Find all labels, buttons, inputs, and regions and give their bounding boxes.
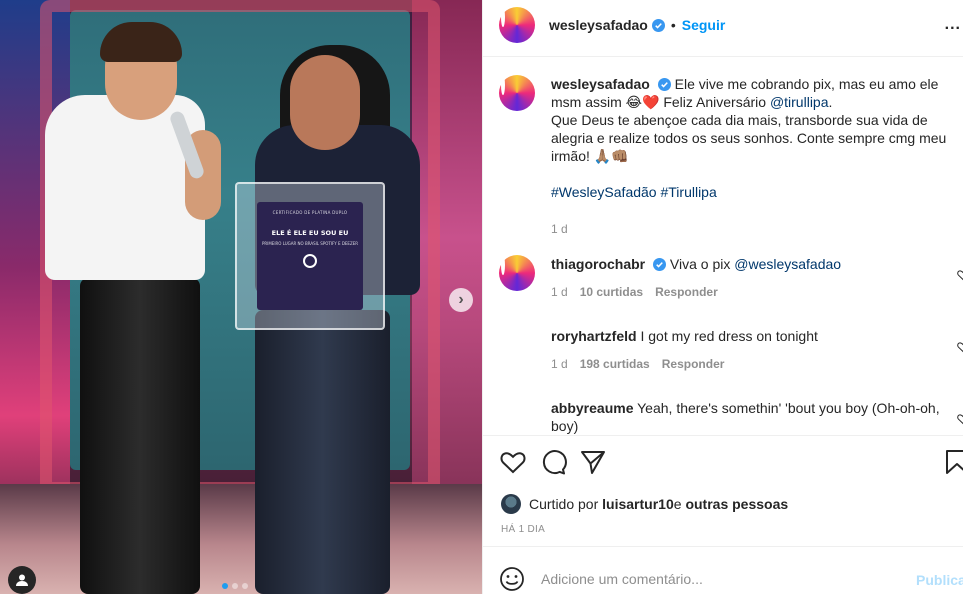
plaque-subtitle: PRIMEIRO LUGAR NO BRASIL SPOTIFY E DEEZE…	[261, 241, 359, 246]
caption-username[interactable]: wesleysafadao	[551, 76, 650, 92]
reply-button[interactable]: Responder	[655, 285, 718, 299]
person-right-pants	[255, 310, 390, 594]
author-username[interactable]: wesleysafadao	[549, 17, 648, 33]
post-panel: wesleysafadao • Seguir ... wesleysafadao…	[482, 0, 963, 594]
user-tag-icon	[16, 574, 28, 586]
verified-icon	[653, 258, 667, 271]
caption-time[interactable]: 1 d	[551, 222, 568, 236]
caption-text-end: .	[828, 94, 833, 110]
post-header: wesleysafadao • Seguir	[483, 0, 963, 50]
comment-text: Viva o pix	[669, 256, 735, 272]
carousel-dot	[232, 583, 238, 589]
caption: wesleysafadao Ele vive me cobrando pix, …	[499, 75, 963, 201]
comment-likes[interactable]: 10 curtidas	[580, 285, 643, 299]
heart-icon[interactable]	[957, 341, 963, 353]
caption-avatar[interactable]	[499, 75, 535, 111]
comments-list[interactable]: wesleysafadao Ele vive me cobrando pix, …	[483, 57, 963, 435]
liker-username[interactable]: luisartur10	[602, 496, 674, 512]
comment-avatar[interactable]	[499, 399, 535, 435]
heart-icon[interactable]	[957, 269, 963, 281]
comment-username[interactable]: thiagorochabr	[551, 256, 645, 272]
heart-icon[interactable]	[957, 413, 963, 425]
comment-time[interactable]: 1 d	[551, 285, 568, 299]
comment-item: roryhartzfeld I got my red dress on toni…	[499, 327, 963, 371]
carousel-next-button[interactable]: ›	[449, 288, 473, 312]
emoji-icon[interactable]	[499, 566, 525, 592]
reply-button[interactable]: Responder	[662, 357, 725, 371]
post-image[interactable]: CERTIFICADO DE PLATINA DUPLO ELE É ELE E…	[0, 0, 482, 594]
stage-floor	[0, 484, 482, 594]
carousel-indicator	[222, 583, 248, 589]
divider	[483, 435, 963, 436]
liked-by: Curtido por luisartur10 e outras pessoas	[501, 494, 788, 514]
liked-by-prefix: Curtido por	[529, 496, 599, 512]
publish-button[interactable]: Publicar	[916, 572, 963, 588]
separator-bullet: •	[670, 17, 676, 33]
plaque-top-text: CERTIFICADO DE PLATINA DUPLO	[272, 210, 348, 215]
carousel-dot	[242, 583, 248, 589]
bookmark-icon[interactable]	[943, 448, 963, 476]
comment-likes[interactable]: 198 curtidas	[580, 357, 650, 371]
plaque-logo	[303, 254, 317, 268]
comment-avatar[interactable]	[499, 327, 535, 363]
person-left-hair	[100, 22, 182, 62]
post-actions	[499, 448, 963, 478]
comment-avatar[interactable]	[499, 255, 535, 291]
verified-icon	[651, 18, 665, 32]
user-tags-button[interactable]	[8, 566, 36, 594]
heart-icon[interactable]	[499, 448, 527, 476]
chevron-right-icon: ›	[458, 291, 464, 308]
caption-mention[interactable]: @tirullipa	[770, 94, 829, 110]
liker-avatar[interactable]	[501, 494, 521, 514]
comment-text: I got my red dress on tonight	[640, 328, 818, 344]
add-comment-bar: Publicar	[499, 565, 963, 593]
person-left-pants	[80, 278, 200, 594]
verified-icon	[657, 78, 671, 91]
share-icon[interactable]	[579, 448, 607, 476]
comment-item: thiagorochabr Viva o pix @wesleysafadao …	[499, 255, 963, 299]
more-icon[interactable]: ...	[945, 16, 961, 34]
comment-username[interactable]: abbyreaume	[551, 400, 633, 416]
comment-input[interactable]	[541, 571, 901, 587]
award-plaque: CERTIFICADO DE PLATINA DUPLO ELE É ELE E…	[257, 202, 363, 310]
divider	[483, 546, 963, 547]
comment-time[interactable]: 1 d	[551, 357, 568, 371]
comment-mention[interactable]: @wesleysafadao	[734, 256, 841, 272]
comment-item: abbyreaume Yeah, there's somethin' 'bout…	[499, 399, 963, 435]
plaque-title: ELE É ELE EU SOU EU	[271, 229, 349, 237]
comment-icon[interactable]	[539, 448, 567, 476]
person-right-head	[290, 55, 360, 150]
caption-hashtags[interactable]: #WesleySafadão #Tirullipa	[551, 183, 963, 201]
post-timestamp[interactable]: HÁ 1 DIA	[501, 524, 545, 535]
comment-username[interactable]: roryhartzfeld	[551, 328, 637, 344]
carousel-dot	[222, 583, 228, 589]
liked-by-middle: e	[673, 496, 682, 512]
caption-text-2: Que Deus te abençoe cada dia mais, trans…	[551, 112, 947, 164]
follow-button[interactable]: Seguir	[682, 17, 726, 33]
liked-by-others[interactable]: outras pessoas	[685, 496, 788, 512]
author-avatar[interactable]	[499, 7, 535, 43]
